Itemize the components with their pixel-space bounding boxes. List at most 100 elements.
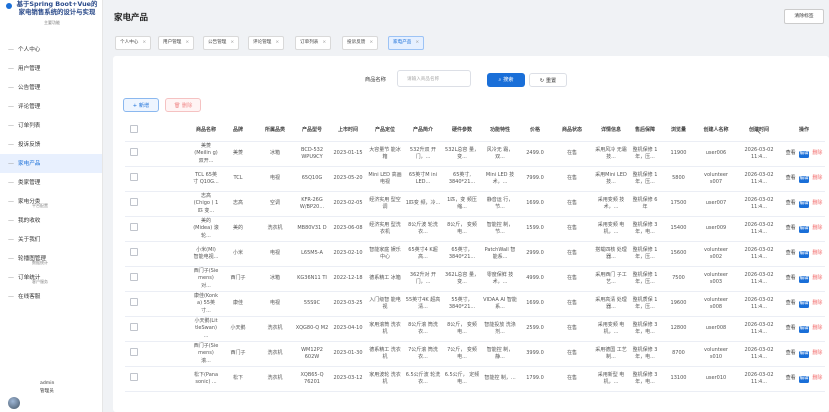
row-checkbox[interactable]	[129, 323, 138, 332]
row-checkbox-cell[interactable]	[125, 191, 142, 217]
edit-button[interactable]: 编辑	[798, 301, 810, 308]
edit-button[interactable]: 编辑	[798, 176, 810, 183]
row-checkbox-cell[interactable]	[125, 141, 142, 167]
table-cell: 2023-02-05	[330, 191, 366, 217]
edit-button[interactable]: 编辑	[798, 151, 810, 158]
close-icon[interactable]: ×	[415, 40, 419, 45]
row-checkbox[interactable]	[129, 373, 138, 382]
sidebar-item[interactable]: — 用户管理	[0, 59, 102, 78]
close-icon[interactable]: ×	[230, 40, 234, 45]
close-icon[interactable]: ×	[369, 40, 373, 45]
view-button[interactable]: 查看	[786, 375, 796, 381]
close-icon[interactable]: ×	[322, 40, 326, 45]
view-button[interactable]: 查看	[786, 150, 796, 156]
tab-tag[interactable]: 家电产品 ×	[388, 36, 425, 50]
reset-button[interactable]: ↻ 重置	[529, 73, 567, 87]
view-button[interactable]: 查看	[786, 350, 796, 356]
search-input[interactable]: 请输入商品名称	[397, 70, 471, 87]
delete-button[interactable]: 删除	[812, 150, 822, 156]
sidebar-item[interactable]: — 订单列表	[0, 116, 102, 135]
table-cell: 65英寸4 K超高...	[404, 241, 442, 267]
table-cell: 小米	[220, 241, 256, 267]
sidebar-item[interactable]: — 家电产品	[0, 154, 102, 173]
table-cell: VIDAA AI 智能系...	[482, 291, 518, 317]
tab-tag[interactable]: 评论管理 ×	[248, 36, 285, 50]
row-checkbox[interactable]	[129, 198, 138, 207]
table-cell: 在售	[552, 266, 592, 292]
column-header: 商品状态	[552, 118, 592, 142]
row-checkbox[interactable]	[129, 223, 138, 232]
edit-button[interactable]: 编辑	[798, 376, 810, 383]
view-button[interactable]: 查看	[786, 175, 796, 181]
delete-button[interactable]: 删除	[812, 200, 822, 206]
delete-button[interactable]: 删除	[812, 175, 822, 181]
view-button[interactable]: 查看	[786, 325, 796, 331]
row-checkbox[interactable]	[129, 248, 138, 257]
tab-tag[interactable]: 公告管理 ×	[203, 36, 240, 50]
sidebar-item[interactable]: — 轮播图管理 数据统计	[0, 249, 102, 268]
delete-button[interactable]: 删除	[812, 250, 822, 256]
edit-button[interactable]: 编辑	[798, 326, 810, 333]
edit-button[interactable]: 编辑	[798, 351, 810, 358]
delete-button[interactable]: 删除	[812, 350, 822, 356]
tab-tag[interactable]: 个人中心 ×	[115, 36, 152, 50]
row-index-cell	[142, 216, 192, 242]
sidebar-item[interactable]: — 个人中心	[0, 40, 102, 59]
table-cell: 西门子	[220, 341, 256, 367]
clear-tabs-button[interactable]: 清除标签	[784, 9, 824, 24]
sidebar-item[interactable]: — 类家管理	[0, 173, 102, 192]
sidebar-item[interactable]: — 投诉反馈	[0, 135, 102, 154]
sidebar-item[interactable]: — 我的收收	[0, 211, 102, 230]
delete-button[interactable]: 删除	[812, 325, 822, 331]
row-checkbox-cell[interactable]	[125, 291, 142, 317]
delete-button[interactable]: 删除	[812, 225, 822, 231]
row-checkbox[interactable]	[129, 298, 138, 307]
sidebar-item[interactable]: — 家电分类 平台配置	[0, 192, 102, 211]
row-checkbox-cell[interactable]	[125, 166, 142, 192]
table-cell: volunteer s003	[697, 266, 735, 292]
view-button[interactable]: 查看	[786, 275, 796, 281]
row-checkbox[interactable]	[129, 348, 138, 357]
sidebar-item[interactable]: — 公告管理	[0, 78, 102, 97]
row-checkbox[interactable]	[129, 148, 138, 157]
edit-button[interactable]: 编辑	[798, 201, 810, 208]
view-button[interactable]: 查看	[786, 200, 796, 206]
sidebar-item[interactable]: — 订单统计 客户服务	[0, 268, 102, 287]
row-checkbox-cell[interactable]	[125, 341, 142, 367]
row-checkbox[interactable]	[129, 173, 138, 182]
sidebar-item[interactable]: — 关于我们	[0, 230, 102, 249]
tab-tag[interactable]: 订单列表 ×	[295, 36, 332, 50]
edit-button[interactable]: 编辑	[798, 226, 810, 233]
view-button[interactable]: 查看	[786, 225, 796, 231]
view-button[interactable]: 查看	[786, 250, 796, 256]
row-checkbox[interactable]	[129, 273, 138, 282]
row-checkbox-cell[interactable]	[125, 316, 142, 342]
tab-tag[interactable]: 投诉反馈 ×	[342, 36, 379, 50]
row-checkbox-cell[interactable]	[125, 216, 142, 242]
table-cell: 2023-04-10	[330, 316, 366, 342]
table-cell: 8公斤滚 筒洗衣...	[404, 316, 442, 342]
delete-button[interactable]: 删除	[812, 300, 822, 306]
edit-button[interactable]: 编辑	[798, 251, 810, 258]
select-all-checkbox-cell[interactable]	[125, 118, 142, 142]
edit-button[interactable]: 编辑	[798, 276, 810, 283]
delete-button[interactable]: 删除	[812, 275, 822, 281]
close-icon[interactable]: ×	[185, 40, 189, 45]
avatar[interactable]	[8, 397, 20, 409]
row-checkbox-cell[interactable]	[125, 266, 142, 292]
menu-section-label: 主要功能	[44, 20, 60, 25]
search-button[interactable]: ⌕ 搜索	[487, 73, 525, 87]
row-checkbox-cell[interactable]	[125, 241, 142, 267]
batch-delete-button[interactable]: 🗑 删除	[165, 98, 201, 112]
table-cell: 15600	[660, 241, 697, 267]
select-all-checkbox[interactable]	[129, 124, 138, 133]
add-button[interactable]: + 新增	[123, 98, 159, 112]
tab-tag[interactable]: 用户管理 ×	[158, 36, 195, 50]
sidebar-item[interactable]: — 在线客服	[0, 287, 102, 306]
delete-button[interactable]: 删除	[812, 375, 822, 381]
close-icon[interactable]: ×	[275, 40, 279, 45]
row-checkbox-cell[interactable]	[125, 366, 142, 392]
sidebar-item[interactable]: — 评论管理	[0, 97, 102, 116]
view-button[interactable]: 查看	[786, 300, 796, 306]
close-icon[interactable]: ×	[142, 40, 146, 45]
